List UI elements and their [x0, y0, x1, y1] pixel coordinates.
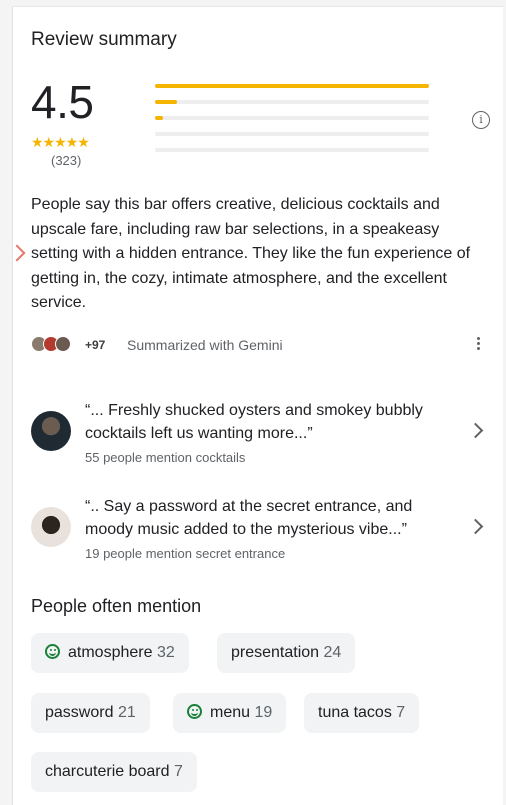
more-reviewers-count: +97 [85, 338, 106, 352]
quote-mention: 55 people mention cocktails [85, 450, 246, 465]
quote-item[interactable]: “.. Say a password at the secret entranc… [31, 495, 491, 561]
bar-3-fill [155, 116, 164, 120]
quote-text: “.. Say a password at the secret entranc… [85, 498, 413, 538]
star-rating: ★★★★★ [31, 134, 90, 150]
chip-label: password [45, 704, 114, 721]
chip-menu[interactable]: menu 19 [173, 693, 287, 733]
chip-presentation[interactable]: presentation 24 [217, 633, 356, 673]
bar-4-star [155, 100, 429, 104]
edge-marker [8, 244, 26, 262]
chip-count: 32 [156, 644, 175, 661]
review-summary-card: Review summary 4.5 ★★★★★ (323) i People … [8, 6, 503, 805]
smiley-icon [45, 644, 60, 659]
chip-label: charcuterie board [45, 763, 170, 780]
rating-score: 4.5 [31, 76, 94, 128]
more-vert-icon[interactable] [477, 335, 481, 352]
chip-label: presentation [231, 644, 320, 661]
chip-count: 7 [173, 763, 183, 780]
chip-label: menu [210, 704, 251, 721]
chip-label: atmosphere [68, 644, 153, 661]
bar-1-star [155, 148, 429, 152]
bar-3-star [155, 116, 429, 120]
quote-item[interactable]: “... Freshly shucked oysters and smokey … [31, 399, 491, 465]
chip-charcuterie-board[interactable]: charcuterie board 7 [31, 752, 197, 792]
reviewer-avatar [31, 411, 71, 451]
ai-summary-text: People say this bar offers creative, del… [31, 196, 471, 311]
bar-2-star [155, 132, 429, 136]
chevron-right-icon[interactable] [467, 422, 484, 439]
reviewer-avatar [31, 507, 71, 547]
review-count: (323) [51, 153, 82, 168]
chip-label: tuna tacos [318, 704, 392, 721]
often-mention-title: People often mention [31, 596, 202, 616]
chip-tuna-tacos[interactable]: tuna tacos 7 [304, 693, 420, 733]
chip-count: 21 [117, 704, 136, 721]
bar-5-star [155, 84, 429, 88]
chip-count: 7 [396, 704, 406, 721]
bar-4-fill [155, 100, 177, 104]
chevron-right-icon[interactable] [467, 518, 484, 535]
chip-atmosphere[interactable]: atmosphere 32 [31, 633, 189, 673]
quote-text: “... Freshly shucked oysters and smokey … [85, 402, 423, 442]
chip-password[interactable]: password 21 [31, 693, 150, 733]
gemini-attribution: +97 Summarized with Gemini [31, 335, 493, 357]
info-icon[interactable]: i [472, 111, 490, 129]
quote-mention: 19 people mention secret entrance [85, 546, 286, 561]
bar-5-fill [155, 84, 429, 88]
section-title: Review summary [31, 29, 177, 50]
chip-count: 19 [254, 704, 273, 721]
rating-distribution [155, 84, 429, 164]
chip-count: 24 [323, 644, 342, 661]
reviewer-avatar-3 [55, 336, 71, 352]
smiley-icon [187, 704, 202, 719]
gemini-label: Summarized with Gemini [127, 337, 283, 353]
